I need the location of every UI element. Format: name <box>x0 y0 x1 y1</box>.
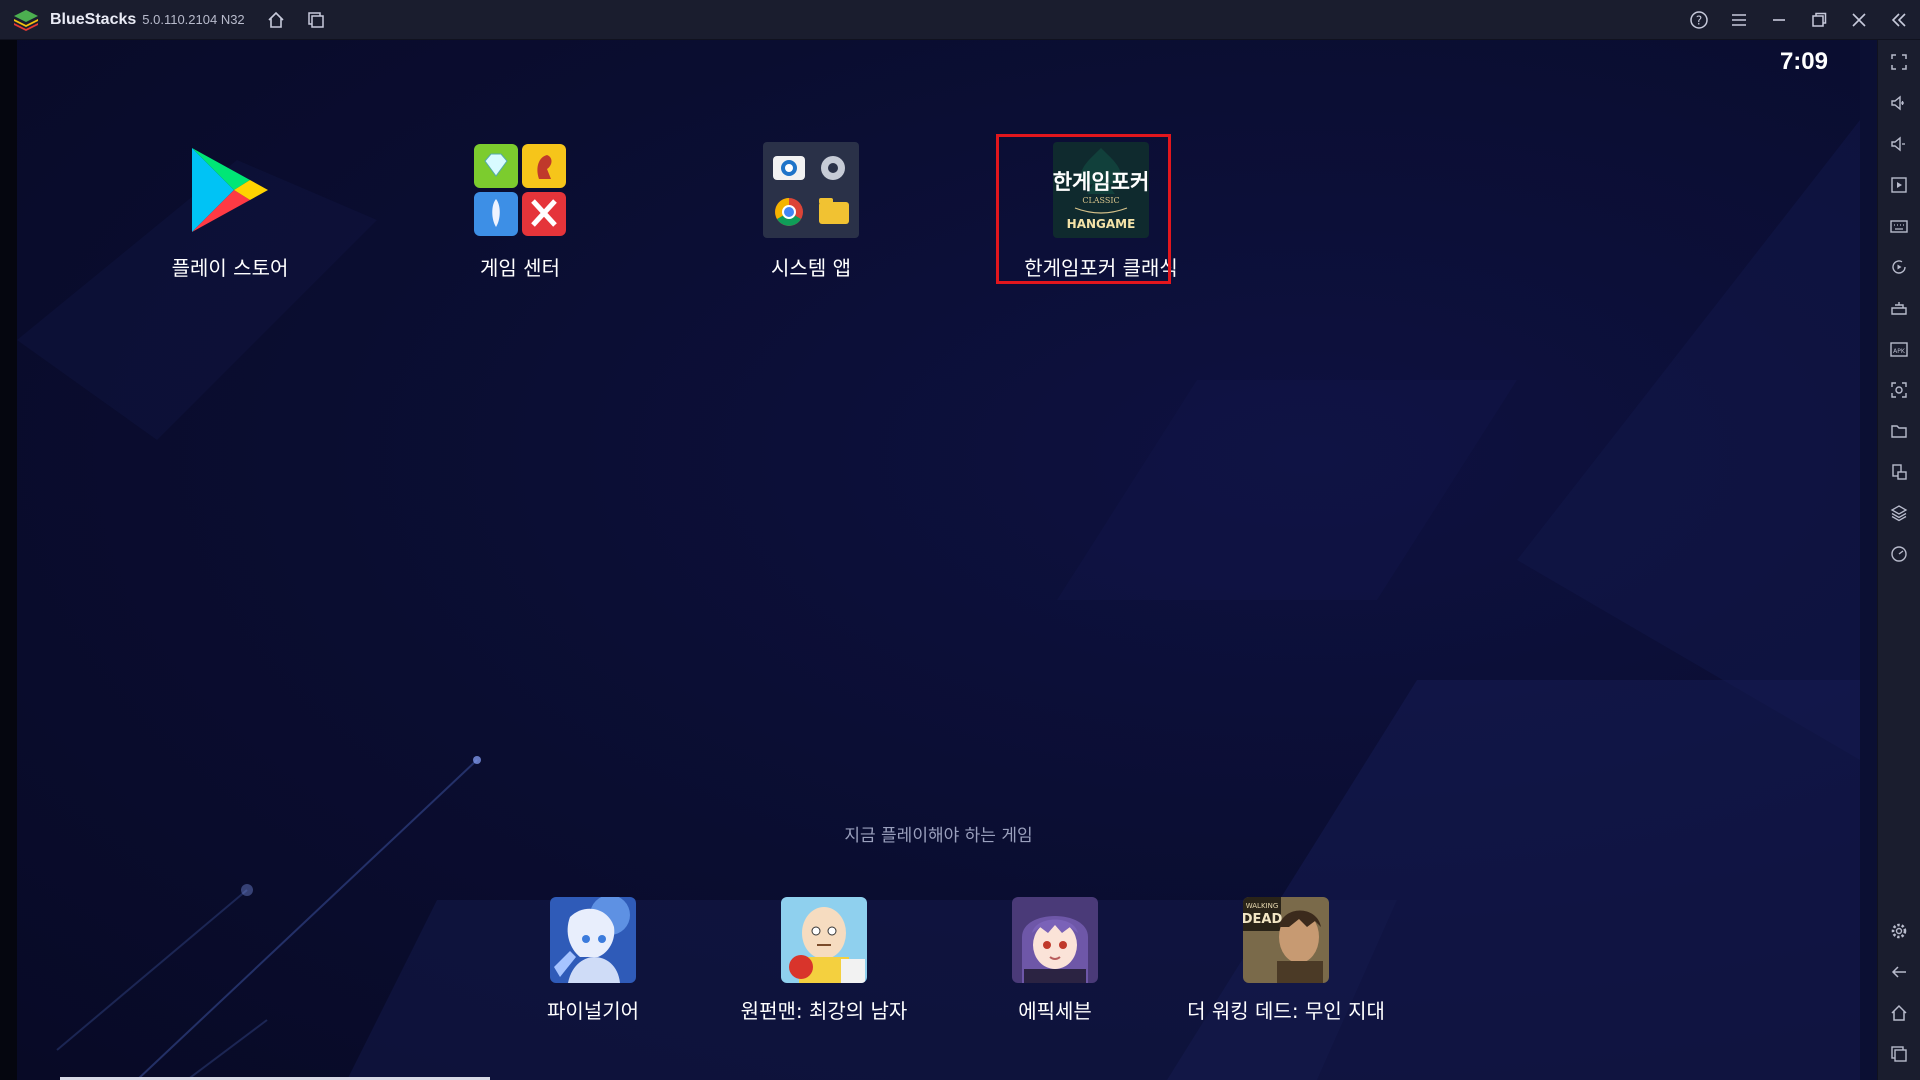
help-icon[interactable]: ? <box>1688 9 1710 31</box>
multi-instance-icon[interactable] <box>1888 461 1910 483</box>
window-controls: ? <box>1688 0 1910 40</box>
app-label: 플레이 스토어 <box>171 256 289 280</box>
recommended-game-final-gear[interactable]: 파이널기어 <box>463 897 723 1024</box>
restore-icon[interactable] <box>1808 9 1830 31</box>
media-icon[interactable] <box>1888 174 1910 196</box>
game-label: 에픽세븐 <box>1018 999 1092 1023</box>
keyboard-icon[interactable] <box>1888 215 1910 237</box>
svg-text:APK: APK <box>1893 348 1906 355</box>
game-label: 원펀맨: 최강의 남자 <box>740 999 908 1023</box>
app-label: 시스템 앱 <box>771 256 851 280</box>
collapse-sidebar-icon[interactable] <box>1888 9 1910 31</box>
close-icon[interactable] <box>1848 9 1870 31</box>
performance-icon[interactable] <box>1888 543 1910 565</box>
screenshot-icon[interactable] <box>1888 379 1910 401</box>
android-home-screen[interactable]: 7:09 플레이 스토어 게임 센터 시스템 앱 한게임포커 CLASSIC H… <box>17 40 1860 1080</box>
app-system-apps[interactable]: 시스템 앱 <box>711 140 911 281</box>
svg-text:WALKING: WALKING <box>1246 902 1279 910</box>
system-apps-folder-icon[interactable] <box>761 140 861 240</box>
recommended-section-title: 지금 플레이해야 하는 게임 <box>844 826 1033 846</box>
menu-icon[interactable] <box>1728 9 1750 31</box>
svg-text:DEAD: DEAD <box>1243 912 1282 927</box>
bluestacks-logo-icon <box>12 6 40 34</box>
layers-icon[interactable] <box>1888 502 1910 524</box>
final-gear-icon[interactable] <box>550 897 636 983</box>
game-label: 더 워킹 데드: 무인 지대 <box>1187 999 1385 1023</box>
apk-install-icon[interactable]: APK <box>1888 338 1910 360</box>
fullscreen-icon[interactable] <box>1888 51 1910 73</box>
recommended-game-one-punch-man[interactable]: 원펀맨: 최강의 남자 <box>694 897 954 1024</box>
home-icon[interactable] <box>265 9 287 31</box>
recommended-game-epic-seven[interactable]: 에픽세븐 <box>925 897 1185 1024</box>
play-store-icon[interactable] <box>180 140 280 240</box>
back-icon[interactable] <box>1888 961 1910 983</box>
app-play-store[interactable]: 플레이 스토어 <box>130 140 330 281</box>
recent-apps-icon[interactable] <box>1888 1043 1910 1065</box>
title-bar: BlueStacks 5.0.110.2104 N32 ? <box>0 0 1920 40</box>
volume-up-icon[interactable] <box>1888 92 1910 114</box>
recommended-game-walking-dead[interactable]: WALKING DEAD 더 워킹 데드: 무인 지대 <box>1156 897 1416 1024</box>
settings-icon[interactable] <box>1888 920 1910 942</box>
volume-down-icon[interactable] <box>1888 133 1910 155</box>
multi-instance-icon[interactable] <box>305 9 327 31</box>
screen-left-edge <box>0 40 17 1080</box>
status-clock: 7:09 <box>1779 48 1828 75</box>
minimize-icon[interactable] <box>1768 9 1790 31</box>
app-name: BlueStacks <box>50 10 137 28</box>
game-center-icon[interactable] <box>470 140 570 240</box>
walking-dead-icon[interactable]: WALKING DEAD <box>1243 897 1329 983</box>
epic-seven-icon[interactable] <box>1012 897 1098 983</box>
game-controls-icon[interactable] <box>1888 297 1910 319</box>
app-version: 5.0.110.2104 N32 <box>142 12 245 27</box>
macro-icon[interactable] <box>1888 256 1910 278</box>
right-sidebar: APK <box>1877 40 1920 1080</box>
game-label: 파이널기어 <box>547 999 639 1023</box>
one-punch-man-icon[interactable] <box>781 897 867 983</box>
highlight-box <box>996 134 1171 284</box>
folder-icon[interactable] <box>1888 420 1910 442</box>
home-icon[interactable] <box>1888 1002 1910 1024</box>
app-game-center[interactable]: 게임 센터 <box>420 140 620 281</box>
svg-text:?: ? <box>1696 14 1702 28</box>
app-label: 게임 센터 <box>480 256 560 280</box>
